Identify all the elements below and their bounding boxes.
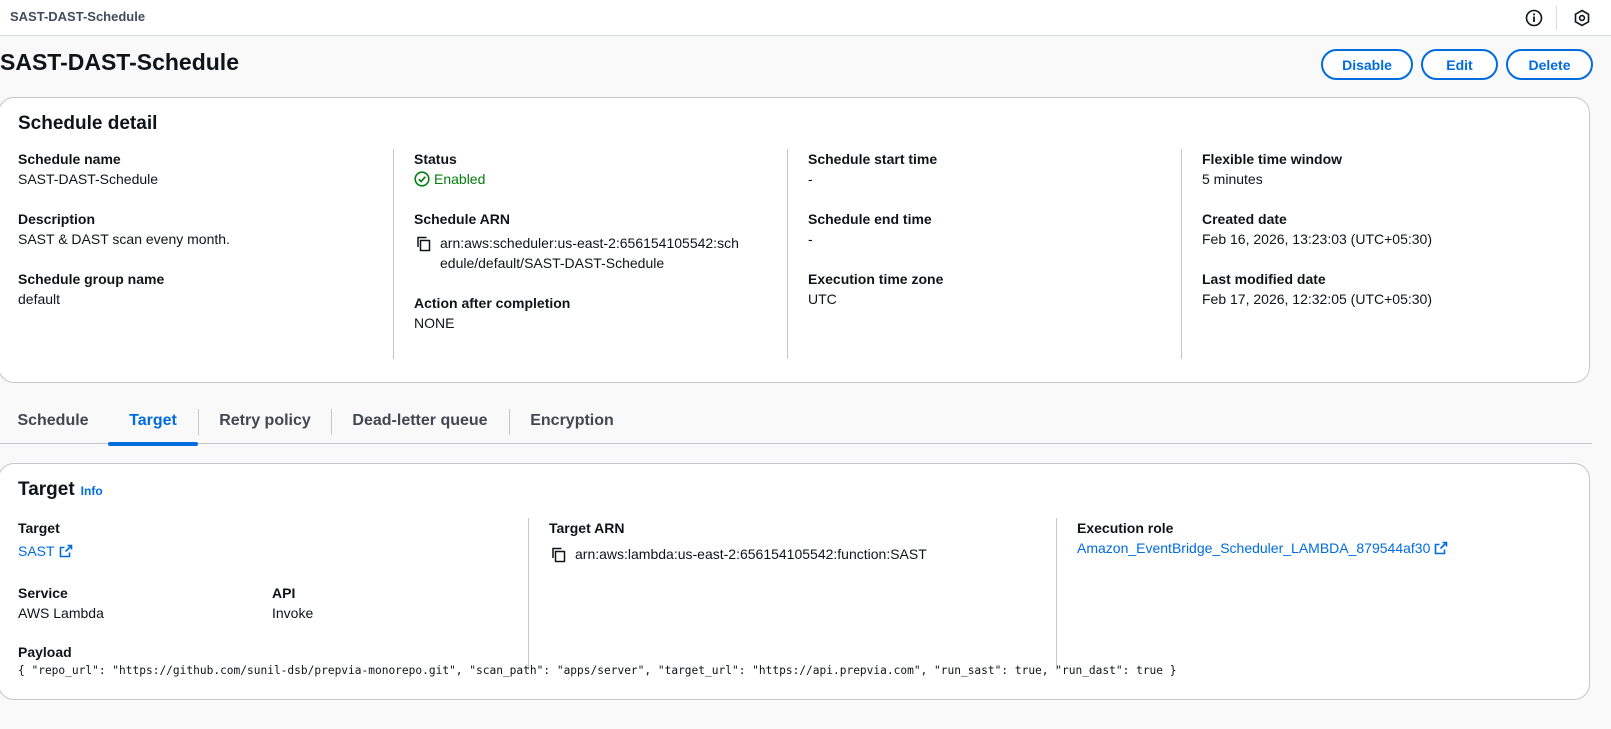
tab-divider: [509, 409, 510, 435]
disable-button[interactable]: Disable: [1321, 49, 1413, 80]
detail-column-1: Schedule name SAST-DAST-Schedule Descrip…: [18, 149, 378, 329]
target-label: Target: [18, 520, 60, 536]
header-actions: Disable Edit Delete: [1321, 49, 1593, 80]
description-label: Description: [18, 211, 96, 227]
target-header: Target Info: [18, 479, 103, 501]
execution-role-text: Amazon_EventBridge_Scheduler_LAMBDA_8795…: [1077, 540, 1431, 556]
edit-button[interactable]: Edit: [1421, 49, 1498, 80]
external-link-icon: [1434, 541, 1448, 555]
action-after-completion-label: Action after completion: [414, 295, 571, 311]
target-card: Target Info Target SAST Service AWS Lamb…: [0, 463, 1590, 700]
payload-label: Payload: [18, 644, 72, 660]
copy-icon[interactable]: [414, 234, 434, 254]
schedule-start-value: -: [808, 171, 813, 187]
created-date-value: Feb 16, 2026, 13:23:03 (UTC+05:30): [1202, 231, 1432, 247]
check-circle-icon: [414, 171, 430, 187]
execution-time-zone-value: UTC: [808, 291, 837, 307]
schedule-name-label: Schedule name: [18, 151, 121, 167]
execution-time-zone-label: Execution time zone: [808, 271, 944, 287]
external-link-icon: [59, 544, 73, 558]
breadcrumb[interactable]: SAST-DAST-Schedule: [10, 9, 145, 24]
schedule-detail-card: Schedule detail Schedule name SAST-DAST-…: [0, 97, 1590, 383]
api-value: Invoke: [272, 605, 314, 621]
schedule-group-value: default: [18, 291, 61, 307]
detail-column-3: Schedule start time - Schedule end time …: [787, 149, 1181, 359]
info-link[interactable]: Info: [81, 484, 103, 498]
schedule-group-label: Schedule group name: [18, 271, 165, 287]
top-bar: SAST-DAST-Schedule: [0, 0, 1611, 36]
created-date-label: Created date: [1202, 211, 1287, 227]
schedule-end-value: -: [808, 231, 813, 247]
service-value: AWS Lambda: [18, 605, 104, 621]
tab-divider: [198, 409, 199, 435]
schedule-arn-value: arn:aws:scheduler:us-east-2:656154105542…: [440, 235, 739, 271]
flexible-window-label: Flexible time window: [1202, 151, 1343, 167]
target-arn-value: arn:aws:lambda:us-east-2:656154105542:fu…: [575, 546, 927, 562]
schedule-end-label: Schedule end time: [808, 211, 932, 227]
page-title: SAST-DAST-Schedule: [0, 49, 239, 75]
service-label: Service: [18, 585, 68, 601]
status-value: Enabled: [414, 169, 787, 189]
tab-encryption[interactable]: Encryption: [523, 398, 621, 444]
copy-icon[interactable]: [549, 545, 569, 565]
api-label: API: [272, 585, 296, 601]
settings-hex-icon[interactable]: [1571, 7, 1593, 29]
top-bar-divider: [1556, 6, 1557, 30]
detail-column-4: Flexible time window 5 minutes Created d…: [1181, 149, 1575, 359]
schedule-arn-row: arn:aws:scheduler:us-east-2:656154105542…: [414, 233, 787, 273]
status-text: Enabled: [434, 171, 486, 187]
tab-schedule[interactable]: Schedule: [17, 398, 88, 444]
info-circle-icon[interactable]: [1523, 7, 1545, 29]
flexible-window-value: 5 minutes: [1202, 171, 1263, 187]
detail-column-2: Status Enabled Schedule ARN arn:aws:sche…: [393, 149, 787, 359]
last-modified-value: Feb 17, 2026, 12:32:05 (UTC+05:30): [1202, 291, 1432, 307]
schedule-start-label: Schedule start time: [808, 151, 938, 167]
target-link-text: SAST: [18, 543, 55, 559]
schedule-arn-label: Schedule ARN: [414, 211, 510, 227]
delete-button[interactable]: Delete: [1506, 49, 1593, 80]
execution-role-label: Execution role: [1077, 520, 1174, 536]
target-column-1: Target SAST Service AWS Lambda API Invok…: [18, 518, 528, 623]
tab-divider: [331, 409, 332, 435]
target-arn-label: Target ARN: [549, 520, 625, 536]
target-arn-row: arn:aws:lambda:us-east-2:656154105542:fu…: [549, 544, 1056, 565]
status-label: Status: [414, 151, 457, 167]
tab-dead-letter-queue[interactable]: Dead-letter queue: [344, 398, 496, 444]
payload-section: Payload { "repo_url": "https://github.co…: [18, 642, 1558, 677]
last-modified-label: Last modified date: [1202, 271, 1326, 287]
target-title: Target: [18, 479, 75, 500]
schedule-name-value: SAST-DAST-Schedule: [18, 171, 159, 187]
schedule-detail-title: Schedule detail: [18, 113, 158, 134]
tab-retry-policy[interactable]: Retry policy: [210, 398, 320, 444]
tab-target[interactable]: Target: [108, 398, 198, 446]
payload-value: { "repo_url": "https://github.com/sunil-…: [18, 664, 1177, 677]
description-value: SAST & DAST scan eveny month.: [18, 231, 230, 247]
target-link[interactable]: SAST: [18, 541, 73, 561]
action-after-completion-value: NONE: [414, 315, 455, 331]
execution-role-link[interactable]: Amazon_EventBridge_Scheduler_LAMBDA_8795…: [1077, 538, 1448, 558]
tab-bar: Schedule Target Retry policy Dead-letter…: [0, 398, 1592, 446]
